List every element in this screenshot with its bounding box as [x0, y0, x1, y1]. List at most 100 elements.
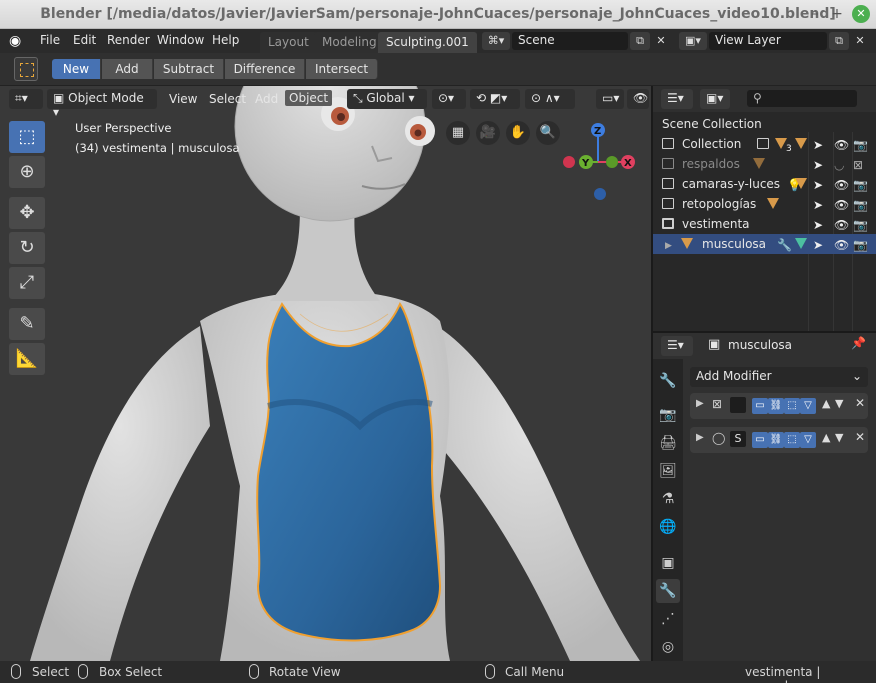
- render-camera-icon[interactable]: 📷: [853, 235, 868, 255]
- show-viewport-icon[interactable]: ⛓: [768, 432, 784, 448]
- select-arrow-icon[interactable]: ➤: [813, 175, 823, 195]
- expand-arrow-icon[interactable]: ▶: [696, 398, 704, 409]
- modifier-panel-1[interactable]: ▶ ⊠ ▭ ⛓ ⬚ ▽ ▲ ▼ ✕: [690, 393, 868, 419]
- viewport-menu-add[interactable]: Add: [255, 92, 278, 106]
- scene-properties-tab[interactable]: ⚗: [656, 487, 680, 511]
- scene-collection-row[interactable]: Scene Collection: [653, 114, 876, 134]
- pivot-icon[interactable]: ⊙▾: [432, 89, 466, 109]
- outliner-item-camaras-y-luces[interactable]: camaras-y-luces 💡 ➤ 👁 📷: [653, 174, 876, 194]
- annotate-tool-button[interactable]: ✎: [9, 308, 45, 340]
- visibility-eye-icon[interactable]: 👁: [834, 215, 849, 235]
- render-properties-tab[interactable]: 📷: [656, 403, 680, 427]
- view-layer-browse-icon[interactable]: ▣▾: [679, 32, 707, 50]
- render-camera-icon[interactable]: 📷: [853, 215, 868, 235]
- outliner-item-respaldos[interactable]: respaldos ➤ ◡ ⊠: [653, 154, 876, 174]
- mode-subtract-button[interactable]: Subtract: [154, 59, 224, 79]
- render-camera-icon[interactable]: 📷: [853, 195, 868, 215]
- show-viewport-icon[interactable]: ⛓: [768, 398, 784, 414]
- cursor-tool-button[interactable]: ⊕: [9, 156, 45, 188]
- hidden-eye-icon[interactable]: ◡: [834, 155, 844, 175]
- outliner-item-vestimenta[interactable]: vestimenta ➤ 👁 📷: [653, 214, 876, 234]
- move-up-icon[interactable]: ▲: [822, 431, 830, 444]
- move-down-icon[interactable]: ▼: [835, 397, 843, 410]
- menu-window[interactable]: Window: [157, 33, 204, 47]
- display-mode-icon[interactable]: ▣▾: [700, 89, 730, 109]
- visibility-eye-icon[interactable]: 👁: [834, 175, 849, 195]
- object-properties-tab[interactable]: ▣: [656, 551, 680, 575]
- remove-modifier-icon[interactable]: ✕: [855, 430, 865, 444]
- on-cage-icon[interactable]: ▽: [800, 432, 816, 448]
- select-arrow-icon[interactable]: ➤: [813, 135, 823, 155]
- output-properties-tab[interactable]: 🖨: [656, 431, 680, 455]
- blender-logo-icon[interactable]: ◉: [9, 33, 27, 49]
- close-icon[interactable]: ✕: [852, 5, 870, 23]
- mode-intersect-button[interactable]: Intersect: [306, 59, 378, 79]
- on-cage-icon[interactable]: ▽: [800, 398, 816, 414]
- viewport-menu-object[interactable]: Object: [285, 90, 333, 106]
- viewport-menu-select[interactable]: Select: [209, 92, 246, 106]
- world-properties-tab[interactable]: 🌐: [656, 515, 680, 539]
- show-editmode-icon[interactable]: ▭: [752, 432, 768, 448]
- tab-sculpting[interactable]: Sculpting.001: [378, 32, 477, 53]
- show-render-icon[interactable]: ⬚: [784, 432, 800, 448]
- view-layer-field[interactable]: View Layer: [709, 32, 827, 50]
- overlay-icon[interactable]: 👁: [627, 89, 649, 109]
- outliner-editor-type-icon[interactable]: ☰▾: [661, 89, 693, 109]
- render-camera-icon[interactable]: 📷: [853, 135, 868, 155]
- menu-file[interactable]: File: [40, 33, 60, 47]
- expand-arrow-icon[interactable]: ▶: [696, 432, 704, 443]
- add-modifier-dropdown[interactable]: Add Modifier ⌄: [690, 367, 868, 387]
- select-tool-button[interactable]: ⬚: [9, 121, 45, 153]
- properties-editor-type-icon[interactable]: ☰▾: [661, 336, 693, 356]
- modifier-name-field[interactable]: [730, 397, 746, 413]
- modifier-properties-tab[interactable]: 🔧: [656, 579, 680, 603]
- mode-selector[interactable]: ▣ Object Mode ▾: [47, 89, 157, 119]
- minimize-icon[interactable]: –: [806, 5, 824, 23]
- select-arrow-icon[interactable]: ➤: [813, 235, 823, 255]
- orientation-selector[interactable]: ⤡ Global ▾: [347, 89, 427, 109]
- particles-tab[interactable]: ⋰: [656, 607, 680, 631]
- editor-type-icon[interactable]: ⌗▾: [9, 89, 43, 109]
- scene-field[interactable]: Scene: [512, 32, 628, 50]
- select-box-tool-icon[interactable]: [14, 57, 38, 81]
- pin-icon[interactable]: 📌: [851, 336, 866, 350]
- view-layer-copy-icon[interactable]: ⧉: [829, 32, 849, 50]
- view-layer-remove-icon[interactable]: ✕: [850, 32, 870, 50]
- move-up-icon[interactable]: ▲: [822, 397, 830, 410]
- select-arrow-icon[interactable]: ➤: [813, 155, 823, 175]
- show-render-icon[interactable]: ⬚: [784, 398, 800, 414]
- outliner-item-collection[interactable]: Collection 3 ➤ 👁 📷: [653, 134, 876, 154]
- physics-tab[interactable]: ◎: [656, 635, 680, 659]
- viewport-menu-view[interactable]: View: [169, 92, 197, 106]
- outliner-item-retopologias[interactable]: retopologías ➤ 👁 📷: [653, 194, 876, 214]
- camera-view-icon[interactable]: 🎥: [476, 121, 500, 145]
- tab-layout[interactable]: Layout: [260, 32, 317, 53]
- select-arrow-icon[interactable]: ➤: [813, 215, 823, 235]
- show-editmode-icon[interactable]: ▭: [752, 398, 768, 414]
- select-arrow-icon[interactable]: ➤: [813, 195, 823, 215]
- scene-browse-icon[interactable]: ⌘▾: [482, 32, 510, 50]
- render-disabled-icon[interactable]: ⊠: [853, 155, 863, 175]
- scene-remove-icon[interactable]: ✕: [651, 32, 671, 50]
- axis-gizmo[interactable]: Z Y X: [555, 118, 645, 208]
- menu-help[interactable]: Help: [212, 33, 239, 47]
- mode-add-button[interactable]: Add: [102, 59, 153, 79]
- 3d-viewport[interactable]: [0, 86, 651, 661]
- tool-properties-tab[interactable]: 🔧: [656, 369, 680, 393]
- maximize-icon[interactable]: +: [828, 5, 846, 23]
- visibility-eye-icon[interactable]: 👁: [834, 135, 849, 155]
- visibility-eye-icon[interactable]: 👁: [834, 235, 849, 255]
- scene-copy-icon[interactable]: ⧉: [630, 32, 650, 50]
- expand-arrow-icon[interactable]: ▶: [665, 236, 672, 256]
- mode-difference-button[interactable]: Difference: [225, 59, 305, 79]
- menu-edit[interactable]: Edit: [73, 33, 96, 47]
- mode-new-button[interactable]: New: [52, 59, 101, 79]
- rotate-tool-button[interactable]: ↻: [9, 232, 45, 264]
- outliner-search-input[interactable]: ⚲: [747, 90, 857, 107]
- remove-modifier-icon[interactable]: ✕: [855, 396, 865, 410]
- perspective-toggle-icon[interactable]: ▦: [446, 121, 470, 145]
- tab-modeling[interactable]: Modeling: [314, 32, 385, 53]
- menu-render[interactable]: Render: [107, 33, 150, 47]
- move-tool-button[interactable]: ✥: [9, 197, 45, 229]
- modifier-name-field[interactable]: S: [730, 431, 746, 447]
